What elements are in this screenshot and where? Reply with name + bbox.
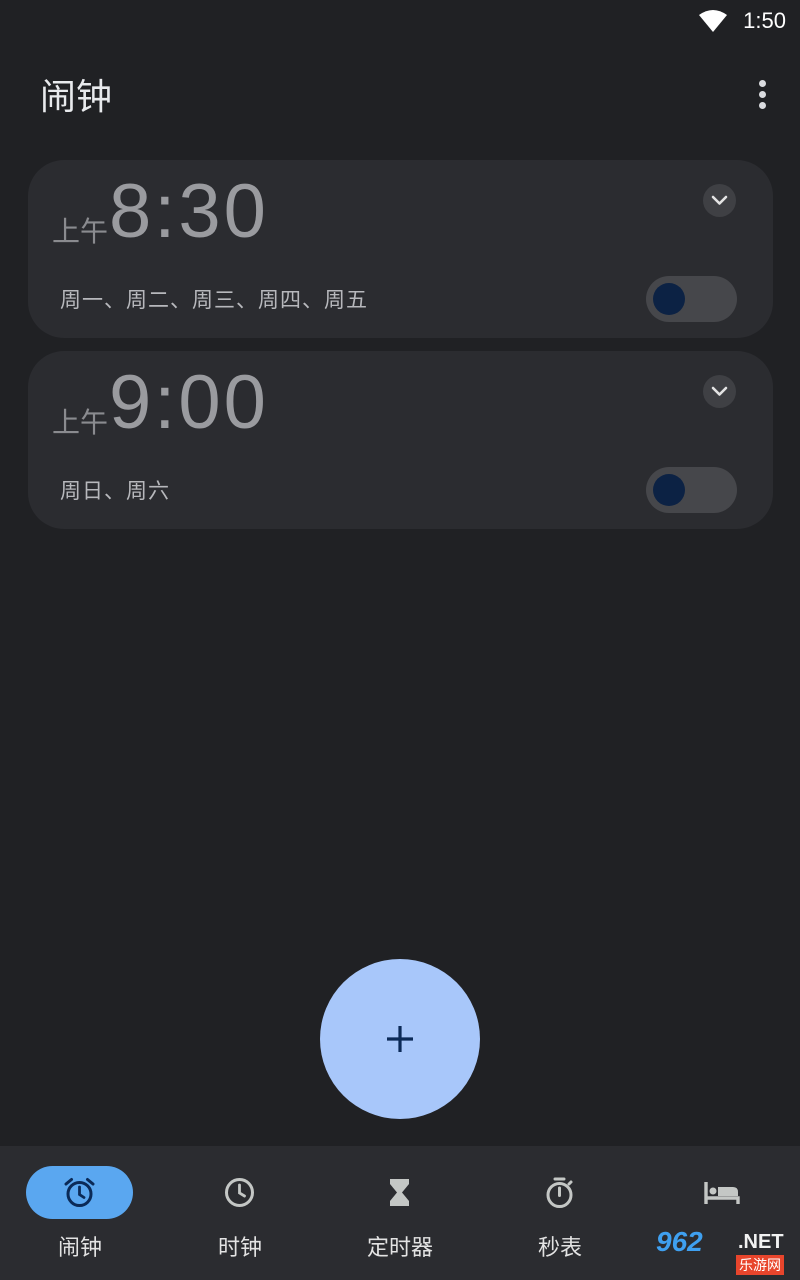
- nav-item-timer[interactable]: 定时器: [320, 1146, 480, 1280]
- chevron-down-icon: [711, 195, 728, 205]
- alarm-icon: [64, 1178, 95, 1207]
- nav-label: 定时器: [366, 1236, 433, 1261]
- wifi-icon: [699, 10, 727, 32]
- watermark-main: 962: [656, 1226, 703, 1257]
- bed-icon: [704, 1182, 740, 1204]
- more-options-button[interactable]: [746, 74, 780, 114]
- add-alarm-button[interactable]: [320, 959, 480, 1119]
- alarm-card[interactable]: 上午 8:30 周一、周二、周三、周四、周五: [28, 160, 773, 338]
- stopwatch-icon: [546, 1177, 573, 1208]
- plus-icon: [387, 1026, 413, 1052]
- toggle-thumb: [653, 283, 685, 315]
- nav-item-clock[interactable]: 时钟: [160, 1146, 320, 1280]
- nav-label: 秒表: [537, 1236, 582, 1261]
- alarm-card[interactable]: 上午 9:00 周日、周六: [28, 351, 773, 529]
- alarm-time[interactable]: 8:30: [109, 168, 269, 255]
- status-time: 1:50: [743, 8, 786, 33]
- nav-item-alarm[interactable]: 闹钟: [0, 1146, 160, 1280]
- toggle-thumb: [653, 474, 685, 506]
- alarm-time[interactable]: 9:00: [109, 359, 269, 446]
- nav-label: 闹钟: [57, 1236, 102, 1261]
- watermark-sub: 乐游网: [736, 1255, 784, 1275]
- status-bar: 1:50: [0, 0, 800, 44]
- watermark-logo: 962 .NET 乐游网: [656, 1226, 796, 1275]
- expand-alarm-button[interactable]: [703, 375, 736, 408]
- alarm-ampm: 上午: [52, 406, 109, 439]
- alarm-toggle[interactable]: [646, 276, 737, 322]
- chevron-down-icon: [711, 386, 728, 396]
- clock-icon: [225, 1178, 254, 1207]
- expand-alarm-button[interactable]: [703, 184, 736, 217]
- nav-label: 时钟: [217, 1236, 262, 1261]
- page-title: 闹钟: [40, 77, 113, 118]
- more-vert-icon: [759, 80, 766, 87]
- hourglass-icon: [390, 1179, 409, 1206]
- nav-item-stopwatch[interactable]: 秒表: [480, 1146, 640, 1280]
- alarm-repeat-days: 周日、周六: [60, 479, 170, 503]
- alarm-toggle[interactable]: [646, 467, 737, 513]
- watermark-net: .NET: [738, 1231, 784, 1253]
- alarm-repeat-days: 周一、周二、周三、周四、周五: [60, 288, 368, 312]
- alarm-ampm: 上午: [52, 215, 109, 248]
